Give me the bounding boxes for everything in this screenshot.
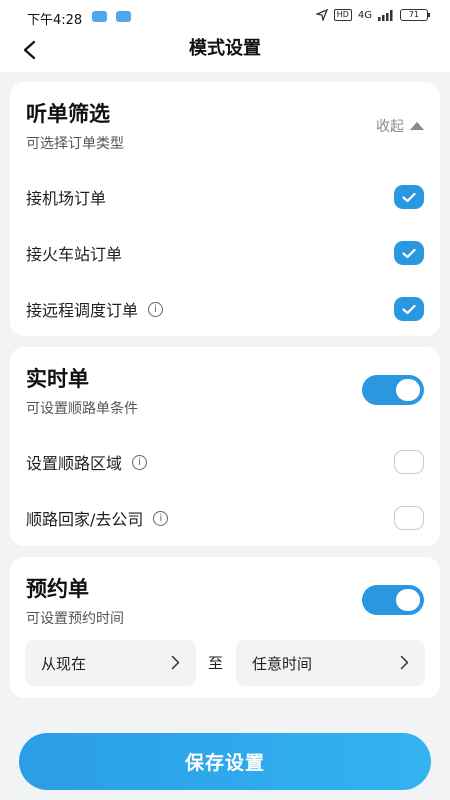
option-label: 接远程调度订单	[26, 301, 139, 320]
from-time-label: 从现在	[41, 654, 87, 673]
signal-icon	[378, 9, 393, 21]
reservation-card: 预约单 可设置预约时间 从现在 至 任意时间	[10, 557, 440, 698]
app-notification-icon	[92, 11, 107, 22]
chevron-right-icon	[171, 655, 180, 670]
filter-subtitle: 可选择订单类型	[26, 136, 124, 152]
info-icon[interactable]: i	[132, 454, 148, 470]
range-separator: 至	[208, 654, 224, 672]
realtime-card: 实时单 可设置顺路单条件 设置顺路区域 i 顺路回家/去公司 i	[10, 347, 440, 546]
app-notification-icon	[116, 11, 131, 22]
chevron-right-icon	[400, 655, 409, 670]
top-bar: 下午4:28 HD 4G 71 模式设置	[0, 0, 450, 72]
option-label: 接机场订单	[26, 189, 107, 208]
checkbox-airport[interactable]	[394, 185, 424, 209]
nav-bar: 模式设置	[0, 34, 450, 72]
to-time-label: 任意时间	[252, 654, 313, 673]
option-route-area[interactable]: 设置顺路区域 i	[26, 447, 424, 477]
info-icon[interactable]: i	[153, 510, 169, 526]
option-route-home-office[interactable]: 顺路回家/去公司 i	[26, 503, 424, 533]
check-icon	[402, 248, 416, 258]
filter-title: 听单筛选	[26, 102, 110, 126]
option-train-station[interactable]: 接火车站订单	[26, 238, 424, 268]
from-time-picker[interactable]: 从现在	[25, 640, 196, 686]
option-label: 接火车站订单	[26, 245, 123, 264]
reservation-title: 预约单	[26, 577, 89, 601]
save-settings-button[interactable]: 保存设置	[19, 733, 431, 790]
collapse-button[interactable]: 收起	[376, 116, 424, 136]
check-icon	[402, 304, 416, 314]
checkbox-remote-dispatch[interactable]	[394, 297, 424, 321]
info-icon[interactable]: i	[148, 301, 164, 317]
realtime-title: 实时单	[26, 367, 89, 391]
status-bar: 下午4:28 HD 4G 71	[0, 0, 450, 34]
option-remote-dispatch[interactable]: 接远程调度订单 i	[26, 294, 424, 324]
checkbox-route-home-office[interactable]	[394, 506, 424, 530]
toggle-knob	[396, 589, 420, 611]
option-label: 设置顺路区域	[26, 454, 123, 473]
check-icon	[402, 192, 416, 202]
collapse-label: 收起	[376, 119, 404, 135]
to-time-picker[interactable]: 任意时间	[236, 640, 425, 686]
triangle-up-icon	[410, 122, 424, 130]
hd-badge: HD	[333, 9, 352, 21]
network-label: 4G	[357, 9, 372, 21]
status-right-group: HD 4G 71	[315, 9, 430, 21]
option-airport[interactable]: 接机场订单	[26, 182, 424, 212]
location-icon	[315, 9, 328, 21]
status-time: 下午4:28	[27, 13, 83, 28]
battery-icon: 71	[400, 9, 430, 21]
page-title: 模式设置	[189, 38, 261, 59]
reservation-subtitle: 可设置预约时间	[26, 611, 124, 627]
realtime-toggle[interactable]	[362, 375, 424, 405]
realtime-subtitle: 可设置顺路单条件	[26, 401, 138, 417]
option-label: 顺路回家/去公司	[26, 510, 144, 529]
filter-card: 听单筛选 可选择订单类型 收起 接机场订单 接火车站订单 接远程调度订单 i	[10, 82, 440, 336]
toggle-knob	[396, 379, 420, 401]
checkbox-route-area[interactable]	[394, 450, 424, 474]
checkbox-train-station[interactable]	[394, 241, 424, 265]
reservation-toggle[interactable]	[362, 585, 424, 615]
